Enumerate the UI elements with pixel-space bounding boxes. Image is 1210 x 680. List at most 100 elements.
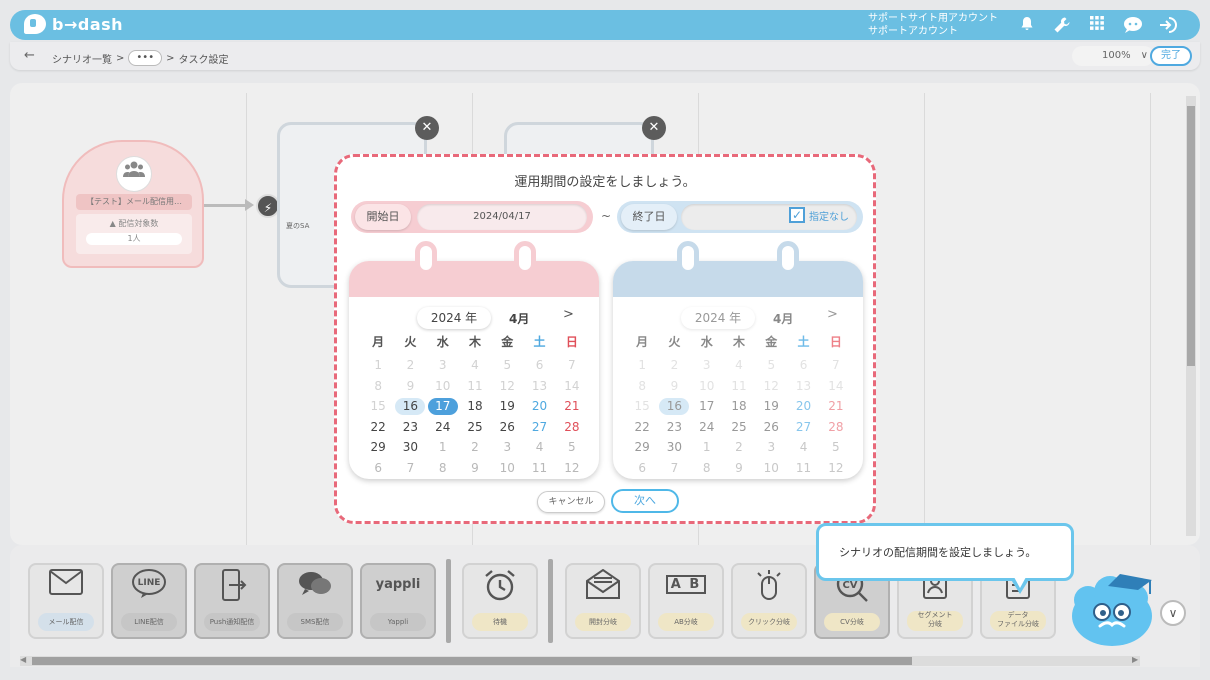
calendar-day[interactable]: 8	[427, 458, 459, 479]
calendar-day[interactable]: 6	[523, 355, 555, 376]
calendar-day[interactable]: 11	[787, 458, 819, 479]
calendar-day[interactable]: 1	[626, 355, 658, 376]
next-month-button[interactable]: >	[827, 307, 838, 322]
calendar-day[interactable]: 5	[491, 355, 523, 376]
tool-open-branch[interactable]: 開封分岐	[565, 563, 641, 639]
cancel-button[interactable]: キャンセル	[537, 491, 605, 513]
calendar-day[interactable]: 12	[491, 376, 523, 397]
calendar-day[interactable]: 8	[691, 458, 723, 479]
done-button[interactable]: 完了	[1150, 46, 1192, 66]
calendar-day[interactable]: 7	[820, 355, 852, 376]
calendar-day[interactable]: 9	[723, 458, 755, 479]
calendar-day[interactable]: 12	[820, 458, 852, 479]
scroll-left-icon[interactable]: ◀	[20, 655, 26, 664]
mascot-icon[interactable]	[1070, 570, 1160, 650]
scroll-right-icon[interactable]: ▶	[1132, 655, 1138, 664]
scrollbar-thumb[interactable]	[1187, 106, 1195, 366]
calendar-day[interactable]: 16	[394, 396, 426, 417]
logo[interactable]: b→dash	[24, 14, 123, 34]
calendar-day[interactable]: 29	[362, 437, 394, 458]
calendar-day[interactable]: 2	[658, 355, 690, 376]
calendar-day[interactable]: 15	[626, 396, 658, 417]
calendar-day[interactable]: 3	[755, 437, 787, 458]
calendar-day[interactable]: 26	[755, 417, 787, 438]
tool-push-delivery[interactable]: Push通知配信	[194, 563, 270, 639]
calendar-day[interactable]: 1	[691, 437, 723, 458]
calendar-day[interactable]: 28	[556, 417, 588, 438]
calendar-day[interactable]: 24	[427, 417, 459, 438]
calendar-day[interactable]: 1	[362, 355, 394, 376]
calendar-day[interactable]: 13	[787, 376, 819, 397]
breadcrumb-more-button[interactable]: •••	[128, 50, 163, 66]
year-select[interactable]: 2024 年	[417, 307, 491, 329]
calendar-day[interactable]: 9	[394, 376, 426, 397]
chat-icon[interactable]	[1123, 16, 1142, 34]
collapse-palette-button[interactable]: ∨	[1160, 600, 1186, 626]
calendar-day[interactable]: 11	[523, 458, 555, 479]
calendar-day[interactable]: 30	[394, 437, 426, 458]
calendar-day[interactable]: 4	[723, 355, 755, 376]
calendar-day[interactable]: 18	[723, 396, 755, 417]
calendar-day[interactable]: 9	[459, 458, 491, 479]
no-end-date-checkbox[interactable]: ✓ 指定なし	[789, 207, 849, 223]
tool-line-delivery[interactable]: LINE LINE配信	[111, 563, 187, 639]
start-date-input[interactable]: 2024/04/17	[417, 204, 587, 230]
tool-ab-branch[interactable]: A B AB分岐	[648, 563, 724, 639]
calendar-day[interactable]: 3	[691, 355, 723, 376]
checkmark-icon[interactable]: ✓	[789, 207, 805, 223]
calendar-day[interactable]: 6	[626, 458, 658, 479]
calendar-day[interactable]: 25	[459, 417, 491, 438]
calendar-day[interactable]: 2	[459, 437, 491, 458]
calendar-day[interactable]: 17	[691, 396, 723, 417]
calendar-day[interactable]: 19	[491, 396, 523, 417]
calendar-day[interactable]: 12	[556, 458, 588, 479]
calendar-day[interactable]: 2	[723, 437, 755, 458]
calendar-day[interactable]: 29	[626, 437, 658, 458]
calendar-day[interactable]: 10	[691, 376, 723, 397]
close-node-icon[interactable]: ✕	[642, 116, 666, 140]
calendar-day[interactable]: 18	[459, 396, 491, 417]
calendar-day[interactable]: 4	[523, 437, 555, 458]
vertical-scrollbar[interactable]	[1186, 96, 1196, 536]
calendar-day[interactable]: 3	[427, 355, 459, 376]
grid-icon[interactable]	[1088, 16, 1106, 34]
calendar-day[interactable]: 7	[556, 355, 588, 376]
close-node-icon[interactable]: ✕	[415, 116, 439, 140]
calendar-day[interactable]: 6	[362, 458, 394, 479]
calendar-day[interactable]: 20	[787, 396, 819, 417]
calendar-day[interactable]: 19	[755, 396, 787, 417]
calendar-day[interactable]: 24	[691, 417, 723, 438]
calendar-day[interactable]: 25	[723, 417, 755, 438]
logout-icon[interactable]	[1158, 16, 1177, 34]
scrollbar-thumb[interactable]	[32, 657, 912, 665]
tool-click-branch[interactable]: クリック分岐	[731, 563, 807, 639]
calendar-day[interactable]: 17	[427, 396, 459, 417]
calendar-day[interactable]: 22	[362, 417, 394, 438]
calendar-day[interactable]: 26	[491, 417, 523, 438]
tool-sms-delivery[interactable]: SMS配信	[277, 563, 353, 639]
calendar-day[interactable]: 11	[459, 376, 491, 397]
calendar-day[interactable]: 22	[626, 417, 658, 438]
calendar-day[interactable]: 20	[523, 396, 555, 417]
year-select[interactable]: 2024 年	[681, 307, 755, 329]
calendar-day[interactable]: 8	[362, 376, 394, 397]
calendar-day[interactable]: 4	[787, 437, 819, 458]
zoom-select[interactable]: 100% ∨	[1072, 46, 1154, 66]
calendar-day[interactable]: 28	[820, 417, 852, 438]
tool-yappli[interactable]: yappli Yappli	[360, 563, 436, 639]
calendar-day[interactable]: 16	[658, 396, 690, 417]
horizontal-scrollbar[interactable]	[20, 656, 1140, 666]
calendar-day[interactable]: 23	[394, 417, 426, 438]
calendar-day[interactable]: 10	[427, 376, 459, 397]
tool-mail-delivery[interactable]: メール配信	[28, 563, 104, 639]
next-button[interactable]: 次へ	[611, 489, 679, 513]
calendar-day[interactable]: 14	[820, 376, 852, 397]
calendar-day[interactable]: 14	[556, 376, 588, 397]
calendar-day[interactable]: 10	[491, 458, 523, 479]
calendar-day[interactable]: 7	[394, 458, 426, 479]
calendar-day[interactable]: 27	[787, 417, 819, 438]
calendar-day[interactable]: 5	[820, 437, 852, 458]
wrench-icon[interactable]	[1053, 16, 1071, 34]
calendar-day[interactable]: 23	[658, 417, 690, 438]
calendar-day[interactable]: 21	[820, 396, 852, 417]
